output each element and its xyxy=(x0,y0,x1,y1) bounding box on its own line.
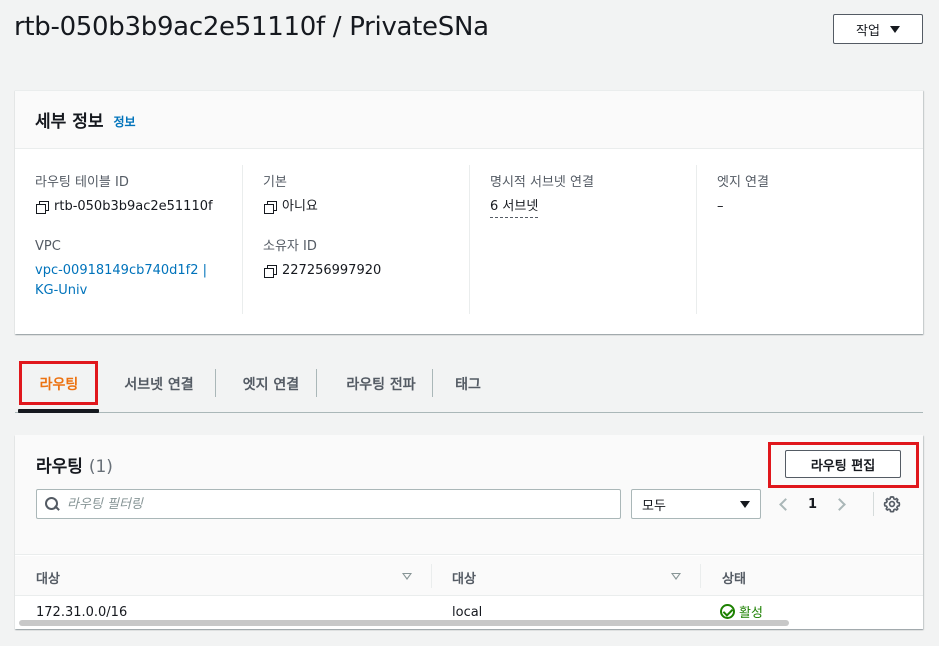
chevron-right-icon[interactable] xyxy=(833,497,846,511)
owner-id-label: 소유자 ID xyxy=(263,239,317,254)
main-value-text: 아니요 xyxy=(282,199,318,214)
vpc-value: vpc-00918149cb740d1f2 | KG-Univ xyxy=(35,261,242,301)
pager-divider xyxy=(873,492,874,516)
tab-subnet-associations[interactable]: 서브넷 연결 xyxy=(111,368,207,400)
routes-panel: 라우팅 (1) 라우팅 편집 모두 1 대상 대상 상태 172.31.0.0/… xyxy=(15,435,923,629)
caret-down-icon xyxy=(889,25,900,33)
tab-divider xyxy=(316,369,317,397)
owner-id-text: 227256997920 xyxy=(282,263,382,278)
details-column-2: 기본 아니요 소유자 ID 227256997920 xyxy=(242,165,469,314)
main-label: 기본 xyxy=(263,175,287,190)
details-column-3: 명시적 서브넷 연결 6 서브넷 xyxy=(469,165,696,314)
actions-button[interactable]: 작업 xyxy=(833,14,923,44)
routes-count: (1) xyxy=(88,457,113,477)
tab-bar: 라우팅 서브넷 연결 엣지 연결 라우팅 전파 태그 xyxy=(15,358,923,413)
column-header-destination[interactable]: 대상 xyxy=(36,568,60,587)
gear-icon[interactable] xyxy=(883,495,901,513)
tab-route-propagation[interactable]: 라우팅 전파 xyxy=(329,368,433,400)
column-header-target[interactable]: 대상 xyxy=(452,568,476,587)
tab-divider xyxy=(215,369,216,397)
details-panel: 세부 정보 정보 라우팅 테이블 ID rtb-050b3b9ac2e51110… xyxy=(15,90,923,334)
filter-select[interactable]: 모두 xyxy=(631,489,761,519)
search-icon xyxy=(45,497,59,511)
route-table-id-value: rtb-050b3b9ac2e51110f xyxy=(35,199,242,215)
explicit-subnet-label: 명시적 서브넷 연결 xyxy=(490,175,594,190)
vpc-name-link[interactable]: KG-Univ xyxy=(35,281,242,301)
route-target: local xyxy=(452,605,483,620)
routes-title: 라우팅 (1) xyxy=(36,452,113,477)
route-status: 활성 xyxy=(720,602,763,621)
explicit-subnet-value: 6 서브넷 xyxy=(490,199,696,218)
column-divider[interactable] xyxy=(431,564,432,588)
route-filter-input[interactable] xyxy=(67,496,587,512)
info-link[interactable]: 정보 xyxy=(113,113,135,130)
chevron-left-icon[interactable] xyxy=(779,497,792,511)
check-circle-icon xyxy=(720,604,735,619)
tab-routes[interactable]: 라우팅 xyxy=(23,368,95,400)
main-value: 아니요 xyxy=(263,199,469,215)
details-column-4: 엣지 연결 – xyxy=(696,165,923,314)
route-status-text: 활성 xyxy=(739,606,763,621)
copy-icon[interactable] xyxy=(263,200,277,214)
active-tab-indicator xyxy=(18,409,99,413)
tab-edge-associations[interactable]: 엣지 연결 xyxy=(225,368,317,400)
copy-icon[interactable] xyxy=(263,264,277,278)
pagination: 1 xyxy=(779,489,846,519)
filter-select-value: 모두 xyxy=(642,498,666,514)
copy-icon[interactable] xyxy=(35,200,49,214)
horizontal-scrollbar[interactable] xyxy=(19,620,789,626)
routes-title-text: 라우팅 xyxy=(36,457,83,477)
route-table-id-text: rtb-050b3b9ac2e51110f xyxy=(54,199,213,214)
edge-assoc-value: – xyxy=(717,199,724,214)
vpc-label: VPC xyxy=(35,239,61,254)
page-title: rtb-050b3b9ac2e51110f / PrivateSNa xyxy=(14,12,489,42)
caret-down-icon xyxy=(740,500,750,508)
sort-icon[interactable] xyxy=(671,573,681,580)
edit-routes-button[interactable]: 라우팅 편집 xyxy=(785,450,901,478)
routes-table-header: 대상 대상 상태 xyxy=(15,556,923,596)
page-number[interactable]: 1 xyxy=(808,497,817,512)
route-filter[interactable] xyxy=(36,489,621,519)
vpc-link[interactable]: vpc-00918149cb740d1f2 | xyxy=(35,261,242,281)
edge-assoc-label: 엣지 연결 xyxy=(717,175,769,190)
tab-tags[interactable]: 태그 xyxy=(443,368,493,400)
explicit-subnet-link[interactable]: 6 서브넷 xyxy=(490,199,539,218)
column-divider[interactable] xyxy=(700,564,701,588)
details-body: 라우팅 테이블 ID rtb-050b3b9ac2e51110f VPC vpc… xyxy=(15,149,923,334)
column-header-status[interactable]: 상태 xyxy=(722,568,746,587)
owner-id-value: 227256997920 xyxy=(263,263,469,279)
actions-button-label: 작업 xyxy=(856,23,880,39)
details-header: 세부 정보 정보 xyxy=(15,91,923,149)
tab-divider xyxy=(432,369,433,397)
details-title: 세부 정보 xyxy=(35,112,104,132)
route-table-id-label: 라우팅 테이블 ID xyxy=(35,175,129,190)
details-column-1: 라우팅 테이블 ID rtb-050b3b9ac2e51110f VPC vpc… xyxy=(15,165,242,314)
route-destination: 172.31.0.0/16 xyxy=(36,605,128,620)
sort-icon[interactable] xyxy=(402,573,412,580)
